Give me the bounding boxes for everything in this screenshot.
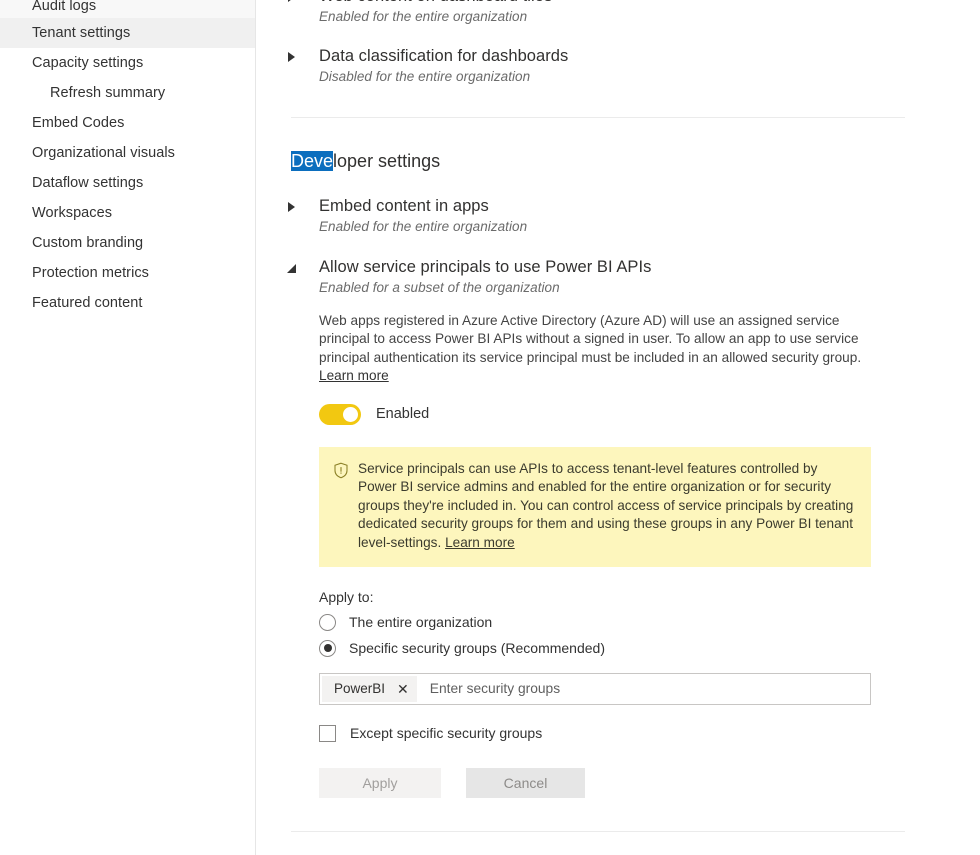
setting-title: Embed content in apps: [319, 197, 489, 215]
setting-web-content-on-dashboard-tiles[interactable]: Web content on dashboard tiles Enabled f…: [283, 0, 950, 26]
radio-label: Specific security groups (Recommended): [349, 640, 605, 657]
service-principals-toggle-row: Enabled: [319, 403, 950, 425]
radio-circle-selected-icon[interactable]: [319, 639, 336, 657]
toggle-state-label: Enabled: [376, 406, 430, 423]
setting-status: Enabled for a subset of the organization: [319, 280, 560, 295]
sidebar-item-refresh-summary[interactable]: Refresh summary: [0, 78, 255, 108]
section-divider: [291, 117, 905, 118]
sidebar-item-label: Custom branding: [32, 235, 144, 251]
security-groups-placeholder[interactable]: Enter security groups: [419, 674, 870, 704]
sidebar-item-featured-content[interactable]: Featured content: [0, 288, 255, 318]
checkbox-label: Except specific security groups: [350, 725, 543, 742]
radio-circle-icon[interactable]: [319, 613, 336, 631]
security-group-tag-label: PowerBI: [334, 681, 386, 697]
sidebar-item-protection-metrics[interactable]: Protection metrics: [0, 258, 255, 288]
learn-more-link[interactable]: Learn more: [319, 368, 389, 383]
heading-remaining-text: loper settings: [333, 151, 441, 171]
cancel-button[interactable]: Cancel: [466, 767, 585, 798]
setting-embed-content-in-apps[interactable]: Embed content in apps Enabled for the en…: [283, 196, 950, 236]
setting-status: Disabled for the entire organization: [319, 69, 531, 84]
setting-data-classification-for-dashboards[interactable]: Data classification for dashboards Disab…: [283, 46, 950, 86]
sidebar-item-label: Tenant settings: [32, 25, 131, 41]
sidebar-nav: Audit logs Tenant settings Capacity sett…: [0, 0, 256, 855]
section-divider-bottom: [291, 830, 905, 832]
tenant-settings-content: Web content on dashboard tiles Enabled f…: [256, 0, 980, 855]
sidebar-item-label: Workspaces: [32, 205, 113, 221]
callout-text-content: Service principals can use APIs to acces…: [358, 460, 854, 550]
shield-alert-icon: [333, 462, 349, 484]
sidebar-item-label: Refresh summary: [50, 85, 166, 101]
except-security-groups-row[interactable]: Except specific security groups: [319, 724, 950, 742]
sidebar-item-tenant-settings[interactable]: Tenant settings: [0, 18, 255, 48]
sidebar-item-capacity-settings[interactable]: Capacity settings: [0, 48, 255, 78]
apply-to-label: Apply to:: [319, 588, 374, 605]
callout-body: Service principals can use APIs to acces…: [358, 460, 855, 553]
sidebar-item-label: Capacity settings: [32, 55, 144, 71]
caret-right-icon[interactable]: [288, 202, 298, 212]
heading-selected-text: Deve: [291, 151, 334, 171]
sidebar-item-audit-logs[interactable]: Audit logs: [0, 0, 255, 18]
radio-specific-security-groups[interactable]: Specific security groups (Recommended): [319, 639, 950, 657]
sidebar-item-organizational-visuals[interactable]: Organizational visuals: [0, 138, 255, 168]
caret-open-icon[interactable]: [287, 264, 297, 274]
admin-portal-page: Audit logs Tenant settings Capacity sett…: [0, 0, 980, 855]
info-callout: Service principals can use APIs to acces…: [319, 446, 871, 567]
setting-status: Enabled for the entire organization: [319, 9, 528, 24]
setting-title: Web content on dashboard tiles: [319, 0, 950, 6]
apply-button[interactable]: Apply: [319, 767, 441, 798]
security-group-tag: PowerBI ✕: [322, 675, 417, 702]
sidebar-item-label: Audit logs: [32, 0, 97, 14]
setting-allow-service-principals: Allow service principals to use Power BI…: [283, 257, 950, 798]
sidebar-item-label: Embed Codes: [32, 115, 125, 131]
sidebar-item-dataflow-settings[interactable]: Dataflow settings: [0, 168, 255, 198]
page-section-heading-developer-settings: Developer settings: [291, 150, 950, 172]
setting-title: Data classification for dashboards: [319, 47, 569, 65]
radio-label: The entire organization: [349, 614, 493, 631]
sidebar-item-embed-codes[interactable]: Embed Codes: [0, 108, 255, 138]
settings-list: Web content on dashboard tiles Enabled f…: [256, 0, 980, 832]
caret-right-icon[interactable]: [288, 52, 298, 62]
sidebar-item-label: Organizational visuals: [32, 145, 175, 161]
setting-status: Enabled for the entire organization: [319, 219, 528, 234]
service-principals-toggle[interactable]: [319, 403, 361, 425]
close-icon[interactable]: ✕: [397, 682, 409, 696]
sidebar-item-label: Dataflow settings: [32, 175, 144, 191]
sidebar-item-label: Featured content: [32, 295, 143, 311]
sidebar-item-workspaces[interactable]: Workspaces: [0, 198, 255, 228]
sidebar-item-custom-branding[interactable]: Custom branding: [0, 228, 255, 258]
setting-title[interactable]: Allow service principals to use Power BI…: [319, 257, 950, 277]
checkbox-icon[interactable]: [319, 724, 336, 742]
sidebar-item-label: Protection metrics: [32, 265, 149, 281]
radio-entire-organization[interactable]: The entire organization: [319, 613, 950, 631]
toggle-knob: [343, 406, 358, 422]
setting-description: Web apps registered in Azure Active Dire…: [319, 312, 875, 386]
security-groups-input[interactable]: PowerBI ✕ Enter security groups: [319, 672, 871, 705]
setting-description-text: Web apps registered in Azure Active Dire…: [319, 313, 862, 365]
caret-right-icon[interactable]: [288, 0, 298, 2]
form-actions: Apply Cancel: [319, 767, 950, 798]
callout-learn-more-link[interactable]: Learn more: [445, 535, 515, 550]
